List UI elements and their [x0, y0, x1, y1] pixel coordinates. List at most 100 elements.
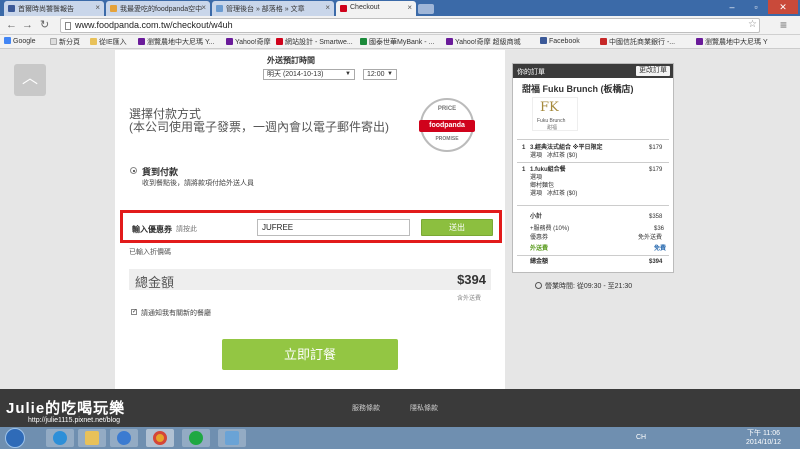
tab-checkout[interactable]: Checkout ×: [336, 1, 416, 16]
fee-note: 含外送費: [457, 296, 482, 302]
bookmark-item[interactable]: 新分頁: [50, 37, 80, 47]
watermark: Julie的吃喝玩樂: [6, 400, 126, 417]
maximize-button[interactable]: ▫: [744, 0, 768, 14]
window-close-button[interactable]: ✕: [768, 0, 798, 14]
divider: [517, 139, 669, 140]
browser-tab-strip: 首爾時尚饕餮報告 × 我最愛吃的foodpanda空中 × 管理後台 » 部落格…: [0, 0, 800, 16]
tab-2[interactable]: 我最愛吃的foodpanda空中 ×: [106, 1, 210, 16]
page-icon: [50, 38, 57, 45]
site-footer: 服務條款 隱私條款 Julie的吃喝玩樂 http://julie1115.pi…: [0, 389, 800, 427]
close-icon[interactable]: ×: [325, 3, 330, 12]
yahoo-icon: [226, 38, 233, 45]
price-promise-badge: PRICE foodpanda PROMISE: [419, 98, 475, 152]
cart-item-option: 鄉村麵包: [530, 183, 555, 189]
coupon-input[interactable]: JUFREE: [257, 219, 410, 236]
language-indicator[interactable]: CH: [636, 434, 646, 441]
total-row: 總金額 $394: [129, 269, 491, 290]
service-fee-label: +服務費 (10%): [530, 226, 570, 232]
bookmark-item[interactable]: 從IE匯入: [90, 37, 127, 47]
coupon-label: 優惠券: [530, 235, 549, 241]
page-icon: [65, 22, 71, 30]
bank-icon: [600, 38, 607, 45]
close-icon[interactable]: ×: [95, 3, 100, 12]
bookmark-item[interactable]: Yahoo!奇摩: [226, 37, 271, 47]
chevron-down-icon: ▼: [387, 71, 393, 77]
start-button[interactable]: [5, 428, 25, 448]
reload-icon[interactable]: ↻: [40, 19, 49, 31]
divider: [517, 162, 669, 163]
folder-taskbar-icon[interactable]: [78, 429, 106, 447]
order-summary-header: 你的訂單 更改訂單: [513, 64, 673, 78]
privacy-link[interactable]: 隱私條款: [410, 403, 438, 413]
cod-description: 收到餐點後，請將款項付給外送人員: [142, 180, 254, 187]
cod-title: 貨到付款: [142, 167, 179, 177]
terms-link[interactable]: 服務條款: [352, 403, 380, 413]
site-icon: [276, 38, 283, 45]
coupon-label: 輸入優惠券: [132, 225, 172, 234]
delivery-time-select[interactable]: 12:00 ▼: [363, 69, 397, 80]
chrome-taskbar-icon[interactable]: [146, 429, 174, 447]
order-summary: 你的訂單 更改訂單 甜福 Fuku Brunch (板橋店) FK Fuku B…: [512, 63, 674, 273]
cod-radio[interactable]: [130, 167, 137, 174]
new-tab-button[interactable]: [418, 4, 434, 14]
edit-order-button[interactable]: 更改訂單: [636, 66, 670, 76]
tab-1[interactable]: 首爾時尚饕餮報告 ×: [4, 1, 104, 16]
notify-label: 請通知我有關新的餐廳: [141, 310, 211, 317]
delivery-time-label: 外送預訂時間: [267, 56, 315, 65]
delivery-fee-value: 免費: [654, 246, 667, 252]
facebook-icon: [8, 5, 15, 12]
bookmark-star-icon[interactable]: ☆: [748, 19, 757, 30]
bookmark-item[interactable]: Google: [4, 37, 36, 45]
yahoo-icon: [696, 38, 703, 45]
bookmark-item[interactable]: 中國信託商業銀行 -...: [600, 37, 675, 47]
opening-hours: 營業時間: 從09:30 - 至21:30: [535, 281, 632, 291]
total-amount: $394: [457, 272, 486, 287]
foodpanda-icon: [340, 5, 347, 12]
coupon-hint-link[interactable]: 請按此: [176, 224, 197, 234]
bookmarks-bar: Google 新分頁 從IE匯入 瀏覽農地中大尼瑪 Y... Yahoo!奇摩 …: [0, 35, 800, 49]
address-bar[interactable]: www.foodpanda.com.tw/checkout/w4uh: [60, 18, 760, 33]
place-order-button[interactable]: 立即訂餐: [222, 339, 398, 370]
forward-arrow-icon[interactable]: →: [22, 19, 33, 31]
browser-toolbar: ← → ↻ www.foodpanda.com.tw/checkout/w4uh…: [0, 16, 800, 35]
service-fee-value: $36: [654, 226, 665, 232]
notify-checkbox[interactable]: ✓: [131, 309, 137, 315]
subtotal-label: 小計: [530, 214, 543, 220]
delivery-fee-label: 外送費: [530, 246, 549, 252]
window-taskbar-icon[interactable]: [218, 429, 246, 447]
close-icon[interactable]: ×: [407, 3, 412, 12]
google-icon: [4, 37, 11, 44]
payment-method-title: 選擇付款方式 (本公司使用電子發票，一週內會以電子郵件寄出): [129, 107, 389, 134]
system-clock[interactable]: 下午 11:06 2014/10/12: [746, 429, 781, 447]
pixnet-icon: [110, 5, 117, 12]
coupon-box: 輸入優惠券 請按此 JUFREE 送出: [120, 210, 502, 243]
scroll-up-button[interactable]: ︿: [14, 64, 46, 96]
clock-icon: [535, 282, 542, 289]
cart-item-name: 1.fuku組合餐: [530, 167, 566, 173]
page-content: ︿ 外送預訂時間 明天 (2014-10-13) ▼ 12:00 ▼ 選擇付款方…: [0, 50, 800, 389]
bookmark-item[interactable]: 瀏覽農地中大尼瑪 Y...: [138, 37, 215, 47]
cart-item-name: 3.經典法式組合 ※平日限定: [530, 145, 603, 151]
delivery-date-select[interactable]: 明天 (2014-10-13) ▼: [263, 69, 355, 80]
tab-3[interactable]: 管理後台 » 部落格 » 文章 ×: [212, 1, 334, 16]
menu-icon[interactable]: ≡: [780, 18, 787, 32]
media-taskbar-icon[interactable]: [110, 429, 138, 447]
minimize-button[interactable]: –: [720, 0, 744, 14]
bookmark-item[interactable]: Facebook: [540, 37, 580, 45]
ie-taskbar-icon[interactable]: [46, 429, 74, 447]
close-icon[interactable]: ×: [201, 3, 206, 12]
line-taskbar-icon[interactable]: [182, 429, 210, 447]
bookmark-item[interactable]: 網站設計 - Smartwe...: [276, 37, 353, 47]
bookmark-item[interactable]: Yahoo!奇摩 超級商城: [446, 37, 521, 47]
cart-total-label: 總金額: [530, 259, 549, 265]
bookmark-item[interactable]: 國泰世華MyBank - ...: [360, 37, 434, 47]
back-arrow-icon[interactable]: ←: [6, 19, 17, 31]
restaurant-name: 甜福 Fuku Brunch (板橋店): [522, 84, 634, 94]
restaurant-logo: FK Fuku Brunch 甜福: [532, 97, 578, 131]
cart-total-value: $394: [649, 259, 663, 265]
bookmark-item[interactable]: 瀏覽農地中大尼瑪 Y: [696, 37, 768, 47]
folder-icon: [90, 38, 97, 45]
facebook-icon: [540, 37, 547, 44]
coupon-submit-button[interactable]: 送出: [421, 219, 493, 236]
subtotal-value: $358: [649, 214, 663, 220]
